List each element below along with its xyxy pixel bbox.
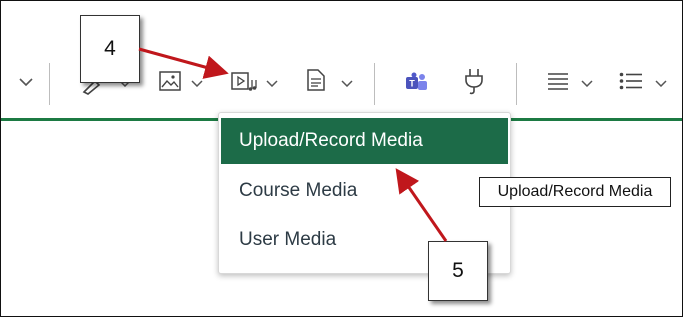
screenshot-frame: T Upload/Record Media Course Media User … bbox=[0, 0, 683, 317]
arrow-to-media-icon bbox=[138, 47, 229, 79]
arrow-to-upload-item bbox=[395, 168, 448, 242]
annotation-arrows bbox=[138, 47, 448, 242]
